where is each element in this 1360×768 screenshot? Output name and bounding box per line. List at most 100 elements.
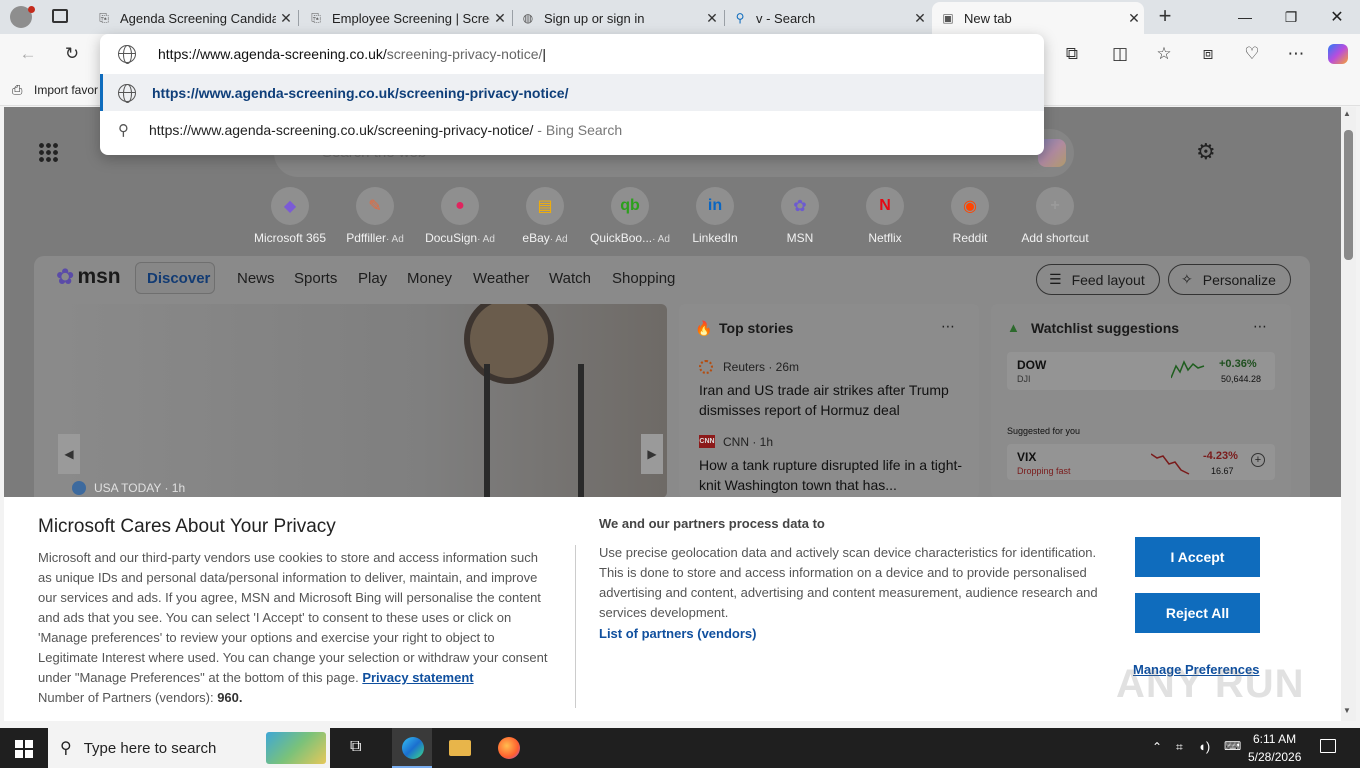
language-icon[interactable]: ⌨ [1224,739,1241,753]
shortcut-item[interactable]: in LinkedIn [670,187,760,245]
source-logo-icon [72,481,86,495]
cnn-logo-icon: CNN [699,435,715,448]
nav-item-money[interactable]: Money [407,270,452,287]
suggestion-bing-search[interactable]: ⚲ https://www.agenda-screening.co.uk/scr… [100,111,1044,148]
tab-agenda-candidate[interactable]: ⎘ Agenda Screening Candidate ✕ [88,4,296,32]
browser-essentials-icon[interactable]: ♡ [1236,38,1268,70]
add-to-watchlist-icon[interactable]: + [1251,453,1265,467]
stock-row-dow[interactable]: DOW DJI +0.36% 50,644.28 [1007,352,1275,390]
new-tab-button[interactable]: + [1150,5,1180,29]
edge-taskbar-icon[interactable] [392,728,432,768]
shortcut-item[interactable]: ◆ Microsoft 365 [245,187,335,245]
settings-gear-icon[interactable]: ⚙ [1196,139,1216,165]
close-icon[interactable]: ✕ [910,10,930,27]
back-icon[interactable]: ← [12,38,44,70]
carousel-prev-button[interactable]: ◀ [58,434,80,474]
shortcut-icon: qb [611,187,649,225]
close-icon[interactable]: ✕ [1124,10,1144,27]
close-icon[interactable]: ✕ [276,10,296,27]
personalize-button[interactable]: ✧ Personalize [1168,264,1291,295]
shortcut-item[interactable]: ✿ MSN [755,187,845,245]
apps-grid-icon[interactable] [38,142,58,162]
tab-new-tab[interactable]: ▣ New tab ✕ [932,2,1144,34]
restore-button[interactable]: ❐ [1268,0,1314,34]
nav-item-shopping[interactable]: Shopping [612,270,675,287]
close-icon[interactable]: ✕ [702,10,722,27]
tray-overflow-icon[interactable]: ⌃ [1152,740,1162,754]
shortcut-item[interactable]: ● DocuSign· Ad [415,187,505,245]
shortcut-icon: ● [441,187,479,225]
dow-sparkline [1171,360,1205,379]
shortcut-item[interactable]: N Netflix [840,187,930,245]
shortcut-item[interactable]: ✎ Pdffiller· Ad [330,187,420,245]
scroll-down-icon[interactable]: ▼ [1343,706,1351,715]
nav-item-news[interactable]: News [237,270,275,287]
split-screen-icon[interactable]: ◫ [1104,38,1136,70]
privacy-banner: Microsoft Cares About Your Privacy Micro… [4,497,1341,721]
accept-button[interactable]: I Accept [1135,537,1260,577]
close-icon[interactable]: ✕ [490,10,510,27]
sparkle-icon: ✧ [1181,271,1193,287]
close-window-button[interactable]: ✕ [1314,0,1360,34]
msn-logo[interactable]: ✿ msn [56,264,121,290]
vendors-link[interactable]: List of partners (vendors) [599,626,756,641]
nav-item-weather[interactable]: Weather [473,270,529,287]
privacy-body: Microsoft and our third-party vendors us… [38,550,548,705]
stock-row-vix[interactable]: VIX Dropping fast -4.23% 16.67 + [1007,444,1275,480]
nav-item-sports[interactable]: Sports [294,270,337,287]
search-icon: ⚲ [735,11,745,25]
more-options-icon[interactable]: ⋯ [941,318,955,335]
trend-icon: ▲ [1007,320,1020,335]
tab-actions-icon[interactable] [52,9,68,23]
tab-employee-screening[interactable]: ⎘ Employee Screening | Screen ✕ [300,4,510,32]
collections-icon[interactable]: ⧈ [1192,38,1224,70]
shortcut-item[interactable]: ◉ Reddit [925,187,1015,245]
scrollbar-thumb[interactable] [1344,130,1353,260]
story-headline[interactable]: Iran and US trade air strikes after Trum… [699,380,969,420]
task-view-icon[interactable]: ⧉ [350,738,361,756]
scroll-up-icon[interactable]: ▲ [1343,109,1351,118]
extensions-icon[interactable]: ⧉ [1056,38,1088,70]
carousel-next-button[interactable]: ▶ [641,434,663,474]
nav-item-watch[interactable]: Watch [549,270,591,287]
shortcut-label: Netflix [868,231,902,245]
favorites-icon[interactable]: ☆ [1148,38,1180,70]
minimize-button[interactable]: — [1222,0,1268,34]
more-icon[interactable]: ⋯ [1280,38,1312,70]
import-favorites-link[interactable]: Import favor [34,83,98,97]
shortcut-item[interactable]: qb QuickBoo...· Ad [585,187,675,245]
notifications-icon[interactable] [1320,739,1336,753]
volume-icon[interactable]: ◖) [1198,739,1210,754]
copilot-icon[interactable] [1322,38,1354,70]
tab-sign-in[interactable]: ◍ Sign up or sign in ✕ [512,4,722,32]
refresh-icon[interactable]: ↻ [56,38,88,70]
globe-icon: ◍ [522,11,534,25]
feed-layout-button[interactable]: ☰ Feed layout [1036,264,1160,295]
network-icon[interactable]: ⌗ [1176,740,1183,755]
taskbar-search[interactable]: ⚲ Type here to search [48,728,330,768]
story-headline[interactable]: How a tank rupture disrupted life in a t… [699,455,969,495]
hero-card[interactable]: ◀ ▶ USA TODAY · 1h [54,304,667,498]
suggestion-url[interactable]: https://www.agenda-screening.co.uk/scree… [100,74,1044,111]
file-explorer-icon[interactable] [449,740,471,756]
tab-search[interactable]: ⚲ v - Search ✕ [724,4,930,32]
shortcut-item[interactable]: ▤ eBay· Ad [500,187,590,245]
shortcut-item[interactable]: + Add shortcut [1010,187,1100,245]
fire-icon: 🔥 [695,320,713,336]
windows-start-icon[interactable] [15,740,33,758]
nav-item-play[interactable]: Play [358,270,387,287]
more-options-icon[interactable]: ⋯ [1253,318,1267,335]
shortcut-label: QuickBoo... [590,231,653,245]
clock-date[interactable]: 5/28/2026 [1248,750,1301,764]
reject-all-button[interactable]: Reject All [1135,593,1260,633]
address-input[interactable]: https://www.agenda-screening.co.uk/scree… [158,46,546,62]
shortcut-label: DocuSign [425,231,478,245]
shortcut-ad-label: · Ad [549,234,568,245]
privacy-statement-link[interactable]: Privacy statement [362,670,473,685]
shortcut-label: Microsoft 365 [253,231,327,245]
printer-frame [484,364,584,498]
address-bar[interactable]: https://www.agenda-screening.co.uk/scree… [100,34,1044,74]
clock-time[interactable]: 6:11 AM [1253,732,1296,746]
firefox-icon[interactable] [498,737,520,759]
nav-item-discover[interactable]: Discover [147,270,210,287]
